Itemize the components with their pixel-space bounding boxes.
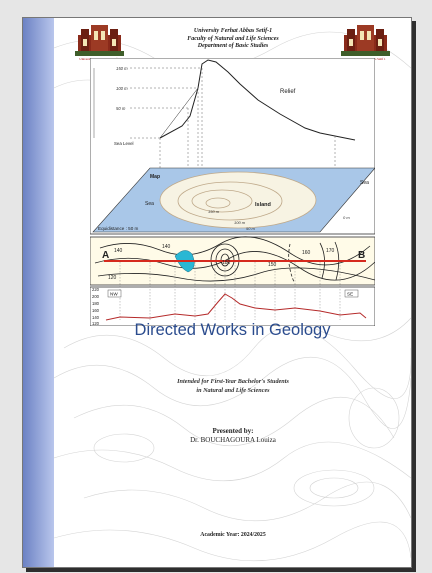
map-label: Map [150, 174, 160, 180]
elevation-label-150: 150 m [116, 66, 128, 71]
audience-line-1: Intended for First-Year Bachelor's Stude… [177, 378, 289, 385]
direction-nw-label: NW [110, 292, 118, 297]
document-title: Directed Works in Geology [134, 321, 331, 339]
contour-100-label: 100 m [234, 220, 246, 225]
page-spine-band [23, 18, 54, 567]
topographic-map-strip: A B 140 140 120 150 160 170 180 [90, 236, 375, 286]
sea-level-label: Sea Level [114, 141, 134, 146]
relief-label: Relief [280, 89, 296, 95]
peak-elevation-label: 150 m [208, 209, 220, 214]
profile-y-tick-140: 140 [92, 315, 100, 320]
profile-y-tick-180: 180 [92, 301, 100, 306]
contour-label-1: 140 [114, 248, 123, 254]
cover-figure: 150 m 100 m 50 m Sea Level Relief Map Se… [90, 58, 375, 326]
faculty-name: Faculty of Natural and Life Sciences [187, 35, 279, 42]
author-name: Dr. BOUCHAGOURA Louiza [190, 436, 276, 444]
audience-statement: Intended for First-Year Bachelor's Stude… [133, 378, 333, 395]
institution-header: University Ferhat Abbas Setif-1 Faculty … [133, 28, 333, 51]
audience-line-2: in Natural and Life Sciences [196, 386, 270, 394]
contour-label-3: 120 [108, 275, 117, 281]
academic-year: Academic Year: 2024/2025 [200, 532, 266, 538]
document-page: Université Ferhat Abbas Sétif 1 Universi… [22, 17, 412, 568]
elevation-label-50: 50 m [116, 106, 126, 111]
contour-label-4: 150 [268, 262, 277, 268]
contour-label-7: 180 [222, 260, 231, 266]
contour-label-5: 160 [302, 250, 311, 256]
equidistance-label: Equidistance : 50 m [98, 226, 139, 231]
elevation-label-100: 100 m [116, 86, 128, 91]
sea-label-left: Sea [145, 201, 154, 207]
contour-label-6: 170 [326, 248, 335, 254]
contour-50-label: 50 m [246, 226, 256, 231]
island-label: Island [255, 202, 271, 208]
contour-label-2: 140 [162, 244, 171, 250]
profile-y-tick-200: 200 [92, 294, 100, 299]
sea-label-right: Sea [360, 180, 369, 186]
direction-se-label: SE [347, 292, 353, 297]
profile-y-tick-160: 160 [92, 308, 100, 313]
presented-by-label: Presented by: [212, 427, 254, 435]
point-b-label: B [358, 250, 365, 261]
author-block: Presented by: Dr. BOUCHAGOURA Louiza [133, 427, 333, 445]
profile-y-tick-220: 220 [92, 287, 100, 292]
university-name: University Ferhat Abbas Setif-1 [193, 28, 273, 34]
zero-elevation-label: 0 m [343, 215, 350, 220]
department-name: Department of Basic Studies [197, 43, 269, 49]
point-a-label: A [102, 250, 109, 261]
